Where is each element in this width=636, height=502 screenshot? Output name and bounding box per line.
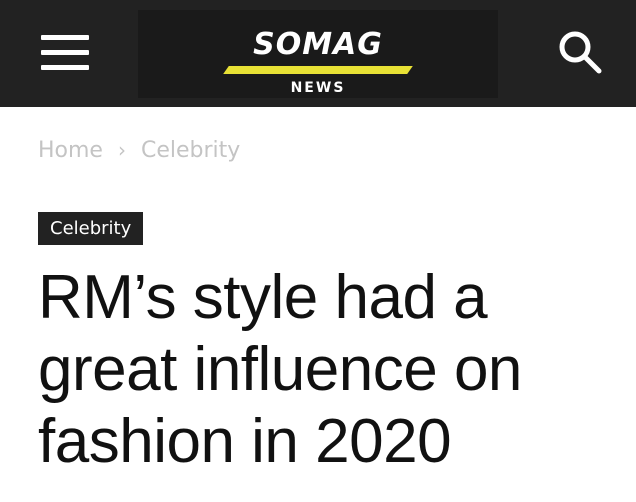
menu-bar	[41, 50, 89, 55]
breadcrumb-celebrity[interactable]: Celebrity	[141, 138, 240, 163]
search-icon-graphic	[559, 31, 602, 74]
breadcrumb: Home › Celebrity	[38, 134, 240, 166]
search-icon[interactable]	[556, 28, 604, 76]
logo-stripe	[223, 66, 413, 74]
breadcrumb-home[interactable]: Home	[38, 138, 103, 163]
logo-subtitle: NEWS	[290, 80, 346, 96]
menu-bar	[41, 35, 89, 40]
site-header: SOMAG NEWS	[0, 0, 636, 107]
category-badge[interactable]: Celebrity	[38, 212, 144, 245]
hamburger-menu-icon[interactable]	[41, 35, 91, 71]
site-logo[interactable]: SOMAG NEWS	[138, 10, 498, 98]
menu-bar	[41, 65, 89, 70]
article-title: RM’s style had a great influence on fash…	[38, 263, 522, 476]
logo-title: SOMAG	[253, 27, 383, 62]
breadcrumb-separator: ›	[117, 138, 126, 162]
